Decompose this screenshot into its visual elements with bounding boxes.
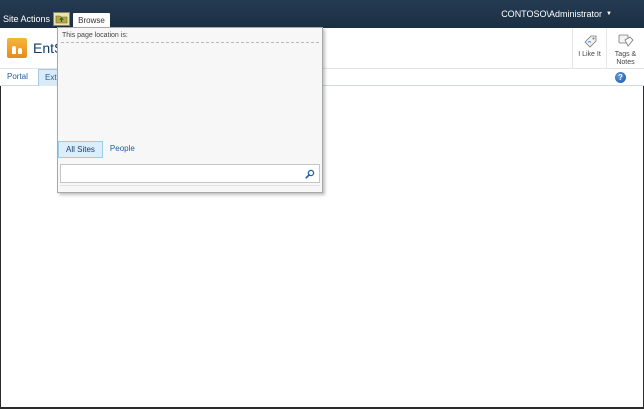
user-name: CONTOSO\Administrator <box>501 9 603 19</box>
tags-notes-label-line2: Notes <box>616 59 635 66</box>
site-logo-icon[interactable] <box>7 38 27 58</box>
i-like-it-label: I Like It <box>578 51 601 58</box>
search-box <box>60 164 320 183</box>
scope-all-sites[interactable]: All Sites <box>58 141 103 158</box>
navigate-up-button[interactable] <box>53 12 70 26</box>
popup-footer <box>60 185 320 190</box>
help-icon[interactable]: ? <box>615 72 626 83</box>
site-actions-menu[interactable]: Site Actions ▼ <box>3 14 59 24</box>
nav-item-portal[interactable]: Portal <box>1 69 34 86</box>
search-input[interactable] <box>61 165 297 182</box>
user-menu[interactable]: CONTOSO\Administrator ▼ <box>501 9 612 19</box>
tags-notes-icon <box>618 34 634 47</box>
folder-up-icon <box>55 15 68 24</box>
person-shape <box>18 48 22 54</box>
tags-notes-label-line1: Tags & <box>614 51 637 58</box>
navigate-up-popup: This page location is: All Sites People <box>57 27 323 193</box>
tags-notes-button[interactable]: Tags & Notes <box>606 28 644 69</box>
chevron-down-icon: ▼ <box>606 11 612 17</box>
social-ribbon-group: I Like It Tags & Notes <box>572 28 644 69</box>
search-button[interactable] <box>303 167 317 180</box>
popup-heading: This page location is: <box>62 32 128 39</box>
search-scope-tabs: All Sites People <box>58 141 142 158</box>
magnifier-icon <box>305 169 315 179</box>
tag-like-icon <box>583 35 596 48</box>
divider <box>61 42 319 43</box>
i-like-it-button[interactable]: I Like It <box>572 28 606 69</box>
suite-bar: Site Actions ▼ Browse CONTOSO\Administra… <box>0 0 644 28</box>
site-actions-label: Site Actions <box>3 14 51 24</box>
tab-browse[interactable]: Browse <box>73 13 110 28</box>
person-shape <box>12 46 16 54</box>
scope-people[interactable]: People <box>103 141 142 158</box>
